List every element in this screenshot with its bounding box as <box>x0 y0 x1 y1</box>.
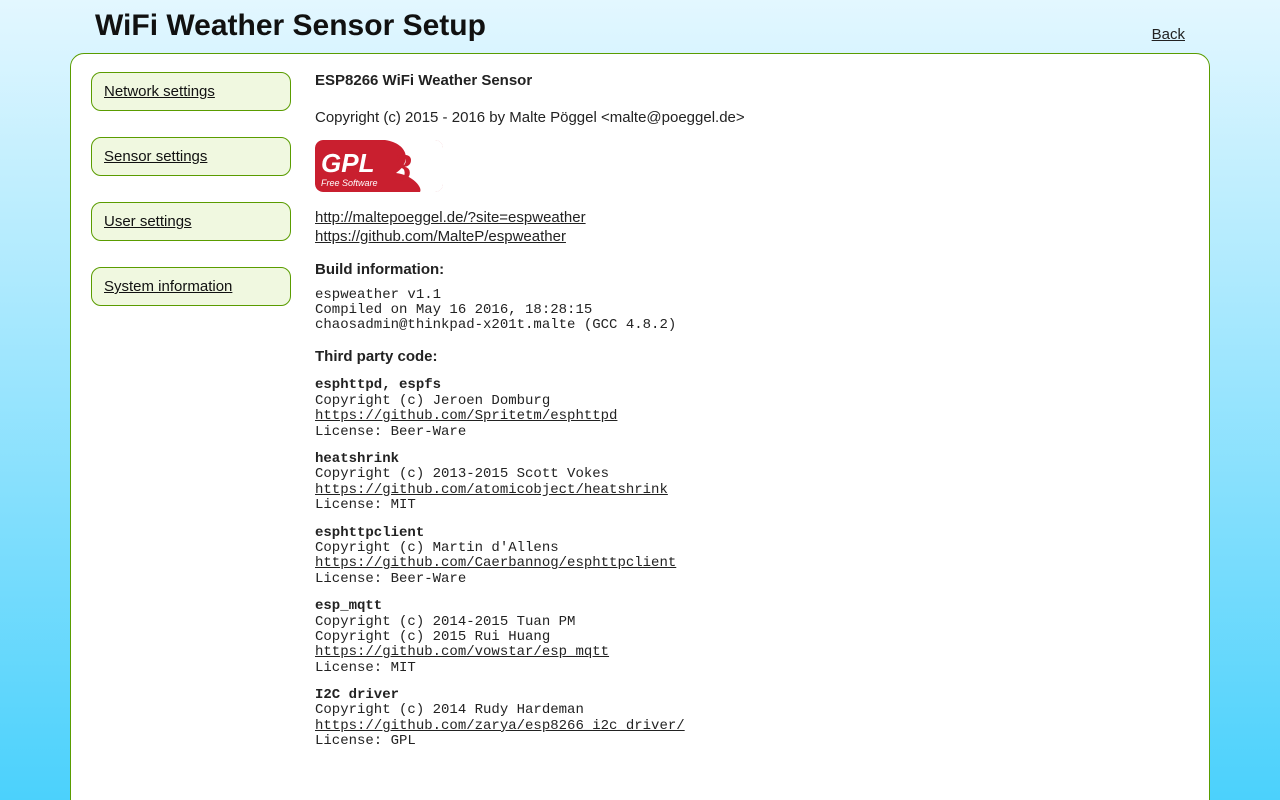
back-link[interactable]: Back <box>1152 26 1185 43</box>
sidebar-item-network-settings[interactable]: Network settings <box>91 72 291 111</box>
lib-copyright: Copyright (c) Jeroen Domburg <box>315 393 550 409</box>
build-info: espweather v1.1 Compiled on May 16 2016,… <box>315 288 745 334</box>
gpl-v3-logo-icon: GPL Free Software 3 <box>315 140 745 198</box>
lib-block: heatshrink Copyright (c) 2013-2015 Scott… <box>315 452 745 514</box>
lib-license: License: Beer-Ware <box>315 424 466 440</box>
lib-block: esphttpd, espfs Copyright (c) Jeroen Dom… <box>315 378 745 440</box>
build-info-line: Compiled on May 16 2016, 18:28:15 <box>315 302 592 318</box>
lib-name: esphttpd, espfs <box>315 377 441 393</box>
sidebar: Network settings Sensor settings User se… <box>91 72 301 332</box>
sidebar-item-user-settings[interactable]: User settings <box>91 202 291 241</box>
lib-block: esphttpclient Copyright (c) Martin d'All… <box>315 526 745 588</box>
lib-block: esp_mqtt Copyright (c) 2014-2015 Tuan PM… <box>315 599 745 676</box>
lib-name: esp_mqtt <box>315 598 382 614</box>
sidebar-item-system-information[interactable]: System information <box>91 267 291 306</box>
page-title: WiFi Weather Sensor Setup <box>95 9 486 43</box>
lib-copyright: Copyright (c) 2015 Rui Huang <box>315 629 550 645</box>
content: ESP8266 WiFi Weather Sensor Copyright (c… <box>315 72 745 762</box>
lib-link[interactable]: https://github.com/zarya/esp8266_i2c_dri… <box>315 718 685 734</box>
lib-link[interactable]: https://github.com/vowstar/esp_mqtt <box>315 644 609 660</box>
build-info-heading: Build information: <box>315 261 745 280</box>
github-link[interactable]: https://github.com/MalteP/espweather <box>315 228 566 245</box>
lib-block: I2C driver Copyright (c) 2014 Rudy Harde… <box>315 688 745 750</box>
lib-link[interactable]: https://github.com/atomicobject/heatshri… <box>315 482 668 498</box>
svg-text:Free Software: Free Software <box>321 178 378 188</box>
lib-copyright: Copyright (c) 2014-2015 Tuan PM <box>315 614 575 630</box>
lib-copyright: Copyright (c) Martin d'Allens <box>315 540 559 556</box>
sidebar-item-sensor-settings[interactable]: Sensor settings <box>91 137 291 176</box>
build-info-line: chaosadmin@thinkpad-x201t.malte (GCC 4.8… <box>315 317 676 333</box>
copyright-line: Copyright (c) 2015 - 2016 by Malte Pögge… <box>315 109 745 128</box>
svg-text:3: 3 <box>392 147 412 189</box>
svg-text:GPL: GPL <box>321 148 374 178</box>
third-party-heading: Third party code: <box>315 348 745 367</box>
product-title: ESP8266 WiFi Weather Sensor <box>315 72 745 91</box>
lib-copyright: Copyright (c) 2014 Rudy Hardeman <box>315 702 584 718</box>
lib-link[interactable]: https://github.com/Caerbannog/esphttpcli… <box>315 555 676 571</box>
main-panel: Network settings Sensor settings User se… <box>70 53 1210 800</box>
lib-license: License: MIT <box>315 660 416 676</box>
homepage-link[interactable]: http://maltepoeggel.de/?site=espweather <box>315 209 586 226</box>
lib-link[interactable]: https://github.com/Spritetm/esphttpd <box>315 408 617 424</box>
lib-license: License: GPL <box>315 733 416 749</box>
lib-license: License: MIT <box>315 497 416 513</box>
lib-license: License: Beer-Ware <box>315 571 466 587</box>
lib-name: I2C driver <box>315 687 399 703</box>
build-info-line: espweather v1.1 <box>315 287 441 303</box>
lib-name: heatshrink <box>315 451 399 467</box>
lib-name: esphttpclient <box>315 525 424 541</box>
lib-copyright: Copyright (c) 2013-2015 Scott Vokes <box>315 466 609 482</box>
